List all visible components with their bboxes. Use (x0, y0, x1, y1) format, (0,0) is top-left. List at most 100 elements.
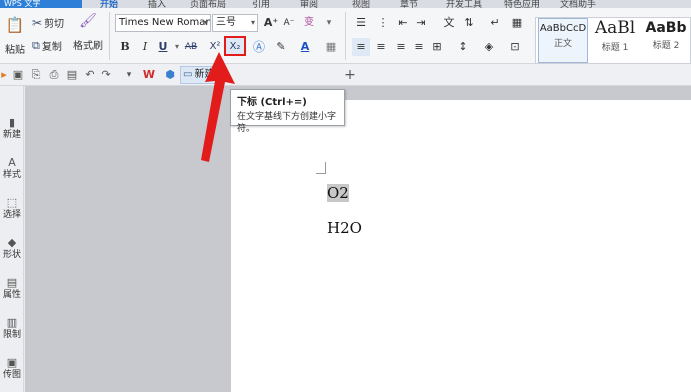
line-2-text: H2O (327, 219, 362, 237)
preview-icon[interactable]: ▤ (64, 66, 80, 84)
document-page[interactable] (231, 100, 691, 392)
align-right-icon[interactable]: ≡ (392, 38, 410, 56)
open-icon[interactable]: ▸ (0, 66, 8, 84)
line-spacing-icon[interactable]: ↕ (454, 38, 472, 56)
redo-icon[interactable]: ↷ (98, 66, 114, 84)
sidebar-item-label: 属性 (2, 290, 21, 300)
ribbon: 📋 粘贴 ✂ 剪切 ⧉ 复制 🖌 格式刷 Times New Roman ▾ 三… (0, 8, 691, 64)
style-sample: AaBbCcD (539, 23, 587, 34)
style-caption: 标题 1 (601, 43, 629, 53)
numbered-list-icon[interactable]: ⋮ (374, 14, 392, 32)
add-tab-icon[interactable]: + (342, 66, 358, 84)
sidebar-item-new[interactable]: ▮ 新建 (0, 116, 24, 141)
font-name-value: Times New Roman (119, 17, 211, 28)
paste-label: 粘贴 (5, 45, 25, 56)
styles-gallery: AaBbCcD 正文 AaBl 标题 1 AaBb 标题 2 (535, 17, 691, 64)
shrink-font-button[interactable]: A⁻ (280, 14, 298, 32)
cloud-icon[interactable]: ⬢ (162, 66, 178, 84)
sidebar-item-label: 限制 (2, 330, 21, 340)
align-center-icon[interactable]: ≡ (372, 38, 390, 56)
style-sample: AaBb (645, 20, 687, 36)
save-icon[interactable]: ▣ (10, 66, 26, 84)
sidebar-item-restrict[interactable]: ▥ 限制 (0, 316, 24, 341)
increase-indent-icon[interactable]: ⇥ (412, 14, 430, 32)
font-color-button[interactable]: A (296, 38, 314, 56)
sidebar-item-shape[interactable]: ◆ 形状 (0, 236, 24, 261)
margin-corner-mark (316, 162, 326, 174)
new-doc-icon: ▭ (183, 69, 193, 80)
app-menu-button[interactable]: WPS 文字 (0, 0, 82, 8)
italic-button[interactable]: I (136, 38, 154, 56)
copy-label: 复制 (41, 42, 62, 53)
divider (345, 12, 346, 60)
new-icon: ▮ (8, 116, 16, 129)
divider (109, 12, 110, 60)
chinese-layout-icon[interactable]: 文 (440, 14, 458, 32)
style-normal[interactable]: AaBbCcD 正文 (538, 18, 588, 63)
sidebar-item-label: 传图 (2, 370, 21, 380)
cut-label: 剪切 (44, 19, 65, 30)
text-effect-icon[interactable]: Ⓐ (250, 38, 268, 56)
copy-button[interactable]: ⧉ 复制 (32, 38, 62, 53)
menu-bar: WPS 文字 开始 插入 页面布局 引用 审阅 视图 章节 开发工具 特色应用 … (0, 0, 691, 10)
grow-font-button[interactable]: A⁺ (262, 14, 280, 32)
style-caption: 正文 (553, 39, 572, 49)
chevron-down-icon[interactable]: ▾ (320, 14, 338, 32)
red-arrow-annotation (201, 52, 235, 162)
save-as-icon[interactable]: ⎘ (28, 66, 44, 84)
border-icon[interactable]: ⊡ (506, 38, 524, 56)
bold-button[interactable]: B (116, 38, 134, 56)
style-heading-2[interactable]: AaBb 标题 2 (640, 18, 691, 63)
paste-icon: 📋 (5, 16, 25, 34)
sidebar-item-label: 选择 (2, 210, 21, 220)
bullet-list-icon[interactable]: ☰ (352, 14, 370, 32)
font-size-select[interactable]: 三号 ▾ (212, 14, 258, 32)
align-left-icon[interactable]: ≡ (352, 38, 370, 56)
brush-icon: 🖌 (79, 13, 97, 29)
select-icon: ⬚ (6, 196, 18, 209)
undo-icon[interactable]: ↶ (82, 66, 98, 84)
subscript-tooltip: 下标 (Ctrl+=) 在文字基线下方创建小字符。 (230, 89, 345, 134)
sidebar-item-label: 新建 (2, 130, 21, 140)
document-line-2[interactable]: H2O (327, 219, 362, 237)
decrease-indent-icon[interactable]: ⇤ (394, 14, 412, 32)
document-line-1[interactable]: O2 (327, 184, 349, 202)
restrict-icon: ▥ (6, 316, 18, 329)
sidebar-item-label: 形状 (2, 250, 21, 260)
font-name-select[interactable]: Times New Roman ▾ (115, 14, 211, 32)
sidebar-item-properties[interactable]: ▤ 属性 (0, 276, 24, 301)
copy-icon: ⧉ (32, 39, 40, 52)
scissors-icon: ✂ (32, 15, 43, 30)
format-painter-label: 格式刷 (73, 41, 103, 52)
justify-icon[interactable]: ≡ (410, 38, 428, 56)
char-shading-icon[interactable]: ▦ (322, 38, 340, 56)
left-sidebar: ▮ 新建 A 样式 ⬚ 选择 ◆ 形状 ▤ 属性 ▥ 限制 ▣ 传图 (0, 86, 24, 392)
sidebar-item-transfer[interactable]: ▣ 传图 (0, 356, 24, 381)
table-icon[interactable]: ▦ (508, 14, 526, 32)
style-heading-1[interactable]: AaBl 标题 1 (590, 18, 640, 63)
style-icon: A (8, 156, 16, 169)
wps-logo-icon[interactable]: W (140, 66, 158, 84)
format-painter-button[interactable]: 🖌 格式刷 (72, 14, 104, 52)
quick-access-bar: ▸ ▣ ⎘ ⎙ ▤ ↶ ↷ ▾ W ⬢ ▭ 新建 + (0, 64, 691, 86)
transfer-icon: ▣ (6, 356, 18, 369)
style-sample: AaBl (594, 18, 636, 38)
distributed-icon[interactable]: ⊞ (428, 38, 446, 56)
chevron-down-icon: ▾ (250, 18, 255, 27)
highlight-color-icon[interactable]: ✎ (272, 38, 290, 56)
sort-icon[interactable]: ⇅ (460, 14, 478, 32)
paragraph-mark-icon[interactable]: ↵ (486, 14, 504, 32)
print-icon[interactable]: ⎙ (46, 66, 62, 84)
shading-icon[interactable]: ◈ (480, 38, 498, 56)
sidebar-item-style[interactable]: A 样式 (0, 156, 24, 181)
shape-icon: ◆ (7, 236, 17, 249)
clear-format-button[interactable]: 变 (300, 14, 318, 32)
sidebar-item-label: 样式 (2, 170, 21, 180)
cut-button[interactable]: ✂ 剪切 (32, 15, 65, 31)
line-1-text: O2 (327, 184, 349, 202)
chevron-down-icon[interactable]: ▾ (122, 66, 136, 84)
sidebar-item-select[interactable]: ⬚ 选择 (0, 196, 24, 221)
chevron-down-icon: ▾ (203, 18, 208, 27)
properties-icon: ▤ (6, 276, 18, 289)
paste-button[interactable]: 📋 粘贴 (2, 16, 28, 57)
